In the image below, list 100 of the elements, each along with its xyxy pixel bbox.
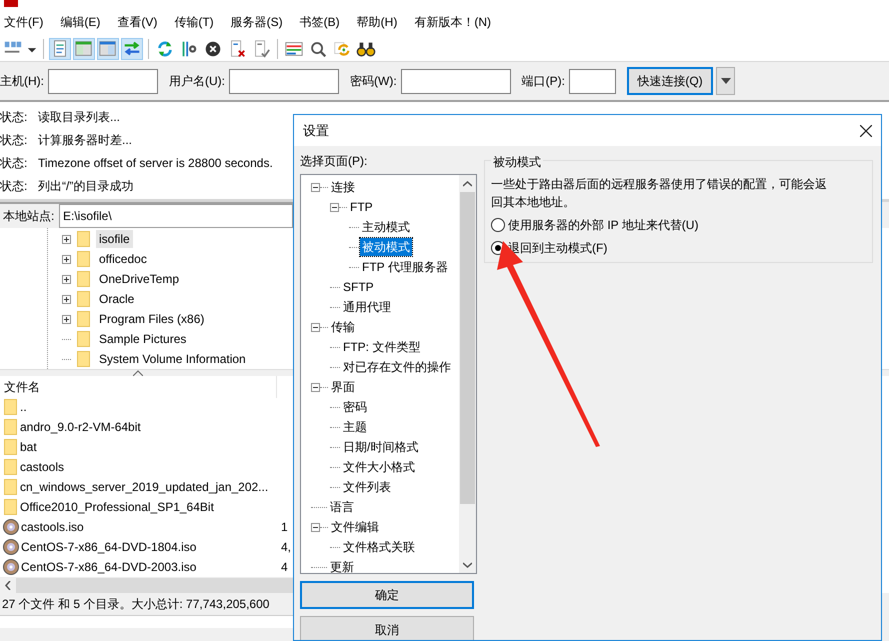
expand-icon[interactable] (62, 294, 71, 304)
file-name[interactable]: CentOS-7-x86_64-DVD-2003.iso (21, 558, 196, 576)
file-name[interactable]: CentOS-7-x86_64-DVD-1804.iso (21, 538, 196, 556)
tree-item[interactable]: System Volume Information (96, 350, 249, 368)
panel-layout-icon[interactable] (98, 38, 118, 58)
tree-item[interactable]: 日期/时间格式 (341, 438, 420, 456)
folder-icon (4, 419, 17, 435)
file-name[interactable]: .. (20, 398, 27, 416)
folder-icon (77, 311, 90, 327)
file-name[interactable]: bat (20, 438, 37, 456)
disc-icon (3, 519, 19, 535)
input-field[interactable] (400, 68, 511, 94)
scroll-left-icon[interactable] (5, 581, 11, 590)
path-field[interactable]: E:\isofile\ (59, 204, 293, 228)
folder-icon (77, 271, 90, 287)
collapse-icon[interactable] (311, 182, 320, 192)
radio-label[interactable]: 使用服务器的外部 IP 地址来代替(U) (508, 216, 698, 234)
field-label: 密码(W): (350, 73, 397, 90)
file-size: 1 (281, 519, 288, 536)
field-label: 用户名(U): (169, 73, 225, 90)
input-field[interactable] (48, 68, 158, 94)
folder-icon (77, 351, 90, 367)
close-icon[interactable] (860, 124, 872, 136)
tree-item[interactable]: SFTP (341, 278, 376, 296)
group-title: 被动模式 (491, 153, 543, 171)
expand-icon[interactable] (62, 314, 71, 324)
cancel-icon[interactable] (203, 38, 223, 58)
log-message: 列出“/”的目录成功 (38, 178, 134, 194)
expand-icon[interactable] (62, 274, 71, 284)
menu-item[interactable]: 帮助(H) (356, 13, 408, 31)
scroll-up-icon[interactable] (463, 180, 472, 186)
tree-item[interactable]: 界面 (329, 378, 357, 396)
refresh-icon[interactable] (155, 38, 175, 58)
menu-item[interactable]: 传输(T) (174, 13, 224, 31)
tree-item[interactable]: FTP (348, 198, 375, 216)
horizontal-scrollbar[interactable] (0, 577, 293, 593)
collapse-icon[interactable] (330, 202, 339, 212)
folder-icon (77, 291, 90, 307)
radio-button[interactable] (491, 218, 505, 232)
ok-button[interactable]: 确定 (300, 581, 474, 609)
tree-item[interactable]: 文件列表 (341, 478, 393, 496)
tree-item[interactable]: 被动模式 (360, 238, 412, 256)
expand-icon[interactable] (62, 254, 71, 264)
collapse-icon[interactable] (311, 322, 320, 332)
tree-item[interactable]: 文件大小格式 (341, 458, 417, 476)
menu-item[interactable]: 查看(V) (117, 13, 168, 31)
tree-item[interactable]: Oracle (96, 290, 138, 308)
description-text: 一些处于路由器后面的远程服务器使用了错误的配置，可能会返回其本地地址。 (491, 176, 828, 211)
tree-item[interactable]: 密码 (341, 398, 369, 416)
column-header[interactable]: 文件名 (4, 378, 40, 396)
folder-icon (4, 459, 17, 475)
file-name[interactable]: Office2010_Professional_SP1_64Bit (20, 498, 214, 516)
tree-item[interactable]: 连接 (329, 178, 357, 196)
tree-item[interactable]: isofile (96, 230, 133, 248)
menu-item[interactable]: 有新版本！(N) (414, 13, 501, 31)
collapse-icon[interactable] (311, 522, 320, 532)
tree-item[interactable]: Program Files (x86) (96, 310, 208, 328)
tree-item[interactable]: 对已存在文件的操作 (341, 358, 453, 376)
sort-caret-icon (133, 370, 143, 376)
caret-icon (720, 78, 730, 84)
file-name[interactable]: castools.iso (21, 518, 84, 536)
file-name[interactable]: castools (20, 458, 64, 476)
input-field[interactable] (569, 68, 616, 94)
folder-icon (4, 479, 17, 495)
file-name[interactable]: andro_9.0-r2-VM-64bit (20, 418, 141, 436)
tree-item[interactable]: 更新 (328, 558, 356, 576)
scroll-down-icon[interactable] (463, 562, 472, 568)
cancel-button[interactable]: 取消 (300, 616, 474, 640)
menu-item[interactable]: 书签(B) (300, 13, 350, 31)
field-label: 主机(H): (0, 73, 44, 90)
disc-icon (3, 539, 19, 555)
menu-item[interactable]: 编辑(E) (60, 13, 110, 31)
tree-item[interactable]: 传输 (329, 318, 357, 336)
tree-item[interactable]: 通用代理 (341, 298, 393, 316)
tree-item[interactable]: FTP 代理服务器 (360, 258, 450, 276)
log-label: 状态: (0, 108, 28, 126)
file-name[interactable]: cn_windows_server_2019_updated_jan_202... (20, 478, 268, 496)
tree-item[interactable]: 主题 (341, 418, 369, 436)
tree-item[interactable]: 主动模式 (360, 218, 412, 236)
menu-item[interactable]: 服务器(S) (230, 13, 293, 31)
page-label: 选择页面(P): (300, 153, 368, 170)
log-label: 状态: (0, 154, 28, 172)
menu-item[interactable]: 文件(F) (4, 13, 54, 31)
panel-layout-icon[interactable] (74, 38, 94, 58)
folder-icon (77, 331, 90, 347)
input-field[interactable] (229, 68, 339, 94)
expand-icon[interactable] (62, 234, 71, 244)
collapse-icon[interactable] (311, 382, 320, 392)
tree-item[interactable]: Sample Pictures (96, 330, 190, 348)
tree-item[interactable]: 文件编辑 (329, 518, 381, 536)
tree-item[interactable]: OneDriveTemp (96, 270, 182, 288)
folder-icon (4, 399, 17, 415)
tree-item[interactable]: FTP: 文件类型 (341, 338, 422, 356)
tree-item[interactable]: 文件格式关联 (341, 538, 417, 556)
tree-item[interactable]: 语言 (328, 498, 356, 516)
tree-item[interactable]: officedoc (96, 250, 150, 268)
vertical-scrollbar[interactable] (459, 175, 476, 573)
quickconnect-button[interactable]: 快速连接(Q) (627, 67, 713, 95)
folder-icon (4, 499, 17, 515)
dropdown-button[interactable] (716, 67, 735, 95)
